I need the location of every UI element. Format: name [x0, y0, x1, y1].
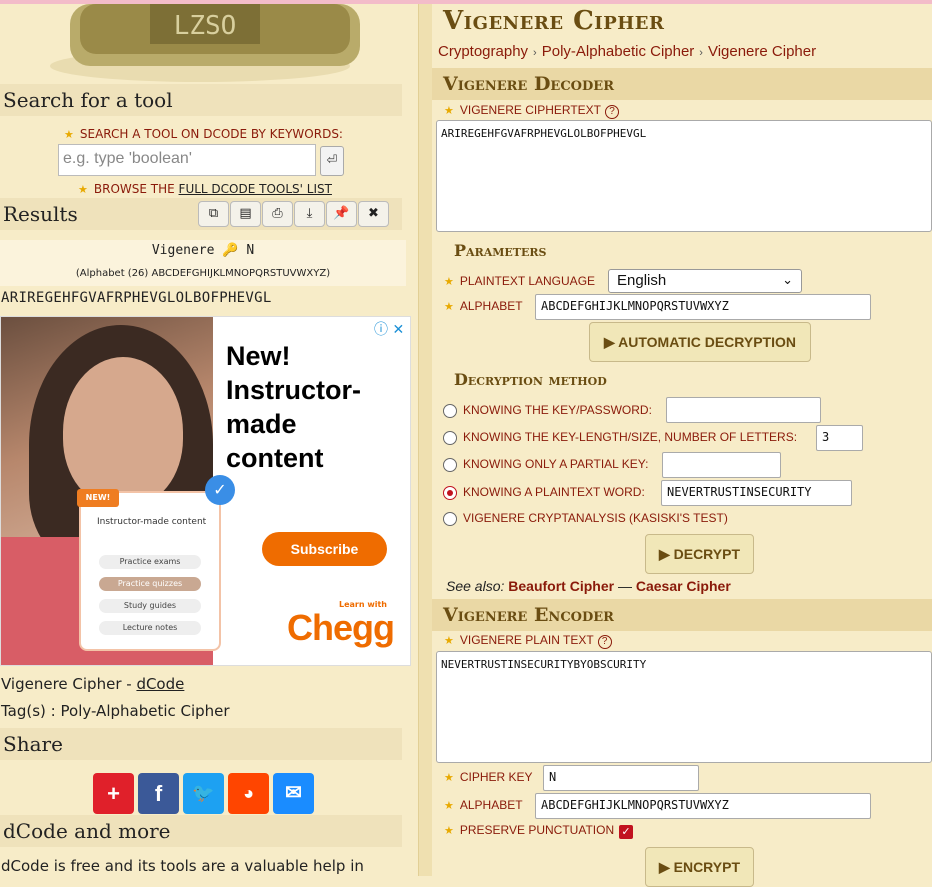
star-icon: ★: [444, 635, 454, 647]
help-icon[interactable]: ?: [597, 635, 612, 649]
punctuation-label: ★ PRESERVE PUNCTUATION: [444, 823, 615, 837]
main-content: Vigenere Cipher Cryptography › Poly-Alphab…: [432, 4, 932, 887]
result-alphabet: (Alphabet (26) ABCDEFGHIJKLMNOPQRSTUVWXY…: [75, 268, 331, 279]
star-icon: ★: [64, 128, 74, 141]
download-icon[interactable]: ⤓: [294, 201, 325, 227]
star-icon: ★: [444, 105, 454, 117]
column-splitter[interactable]: [418, 4, 432, 876]
method-keylength-label: KNOWING THE KEY-LENGTH/SIZE, NUMBER OF L…: [463, 430, 798, 444]
pin-icon[interactable]: 📌: [326, 201, 357, 227]
punctuation-checkbox[interactable]: ✓: [619, 825, 633, 839]
search-submit-button[interactable]: ⏎: [320, 146, 344, 176]
svg-text:LZSO: LZSO: [174, 11, 237, 41]
ciphertext-label: ★ VIGENERE CIPHERTEXT?: [444, 103, 620, 119]
breadcrumb-polyalphabetic[interactable]: Poly-Alphabetic Cipher: [542, 43, 695, 60]
method-key-label: KNOWING THE KEY/PASSWORD:: [463, 403, 652, 417]
beaufort-cipher-link[interactable]: Beaufort Cipher: [508, 578, 614, 594]
method-partialkey-input[interactable]: [662, 452, 781, 478]
twitter-icon[interactable]: 🐦: [183, 773, 224, 814]
star-icon: ★: [444, 301, 454, 313]
ad-card: Instructor-made content Practice exams P…: [79, 491, 221, 651]
method-key-radio[interactable]: [443, 404, 457, 418]
email-icon[interactable]: ✉: [273, 773, 314, 814]
result-output[interactable]: ARIREGEHFGVAFRPHEVGLOLBOFPHEVGL: [1, 290, 272, 306]
more-heading: dCode and more: [0, 815, 402, 847]
encoder-heading: Vigenere Encoder: [432, 599, 932, 631]
full-tools-list-link[interactable]: FULL DCODE TOOLS' LIST: [179, 182, 332, 196]
search-label: ★ SEARCH A TOOL ON DCODE BY KEYWORDS:: [64, 127, 343, 141]
cipher-key-label: ★ CIPHER KEY: [444, 770, 533, 784]
language-select[interactable]: English ⌄: [608, 269, 802, 293]
advertisement[interactable]: Instructor-made content Practice exams P…: [0, 316, 411, 666]
tags-line: Tag(s) : Poly-Alphabetic Cipher: [1, 702, 230, 720]
chevron-right-icon: ›: [533, 47, 537, 59]
decrypt-button[interactable]: ▶ DECRYPT: [645, 534, 754, 574]
reddit-icon[interactable]: ◕: [228, 773, 269, 814]
method-partialkey-label: KNOWING ONLY A PARTIAL KEY:: [463, 457, 649, 471]
ad-brand-logo: Chegg: [287, 607, 395, 648]
decryption-method-heading: Decryption method: [454, 370, 607, 389]
breadcrumb-cryptography[interactable]: Cryptography: [438, 43, 528, 60]
ad-subscribe-button[interactable]: Subscribe: [262, 532, 387, 566]
results-toolbar: ⧉ ▤ ⎙ ⤓ 📌 ✖: [198, 201, 389, 227]
alphabet-label: ★ ALPHABET: [444, 299, 523, 313]
method-kasiski-label: VIGENERE CRYPTANALYSIS (KASISKI'S TEST): [463, 511, 728, 525]
cipher-key-input[interactable]: N: [543, 765, 699, 791]
method-plaintextword-input[interactable]: NEVERTRUSTINSECURITY: [661, 480, 852, 506]
dcode-logo: LZSO: [50, 4, 360, 82]
plaintext-label: ★ VIGENERE PLAIN TEXT?: [444, 633, 612, 649]
breadcrumb-vigenere[interactable]: Vigenere Cipher: [708, 43, 816, 60]
share-heading: Share: [0, 728, 402, 760]
plaintext-textarea[interactable]: NEVERTRUSTINSECURITYBYOBSCURITY: [436, 651, 932, 763]
caesar-cipher-link[interactable]: Caesar Cipher: [636, 578, 731, 594]
breadcrumb: Cryptography › Poly-Alphabetic Cipher › Vige…: [438, 43, 816, 60]
search-input[interactable]: e.g. type 'boolean': [58, 144, 316, 176]
method-partialkey-radio[interactable]: [443, 458, 457, 472]
encoder-alphabet-input[interactable]: ABCDEFGHIJKLMNOPQRSTUVWXYZ: [535, 793, 871, 819]
search-heading: Search for a tool: [0, 84, 402, 116]
automatic-decryption-button[interactable]: ▶ AUTOMATIC DECRYPTION: [589, 322, 811, 362]
ad-info-close-icon[interactable]: ⓘ ✕: [374, 319, 404, 339]
star-icon: ★: [444, 276, 454, 288]
more-text: dCode is free and its tools are a valuab…: [1, 857, 364, 875]
star-icon: ★: [444, 825, 454, 837]
ciphertext-textarea[interactable]: ARIREGEHFGVAFRPHEVGLOLBOFPHEVGL: [436, 120, 932, 232]
browse-tools-line: ★ BROWSE THE FULL DCODE TOOLS' LIST: [78, 182, 332, 196]
language-label: ★ PLAINTEXT LANGUAGE: [444, 274, 596, 288]
ad-headline: New! Instructor- made content: [226, 341, 361, 473]
clipboard-icon[interactable]: ▤: [230, 201, 261, 227]
encrypt-button[interactable]: ▶ ENCRYPT: [645, 847, 754, 887]
star-icon: ★: [444, 800, 454, 812]
result-title: Vigenere 🔑 N: [151, 243, 255, 258]
ad-new-badge: NEW!: [77, 489, 119, 507]
method-plaintextword-radio[interactable]: [443, 486, 457, 500]
encoder-alphabet-label: ★ ALPHABET: [444, 798, 523, 812]
chevron-right-icon: ›: [699, 47, 703, 59]
method-kasiski-radio[interactable]: [443, 512, 457, 526]
chevron-down-icon: ⌄: [782, 272, 793, 287]
star-icon: ★: [78, 183, 88, 196]
copy-icon[interactable]: ⧉: [198, 201, 229, 227]
facebook-icon[interactable]: f: [138, 773, 179, 814]
parameters-heading: Parameters: [454, 241, 547, 260]
verified-check-icon: ✓: [205, 475, 235, 505]
method-keylength-input[interactable]: 3: [816, 425, 863, 451]
star-icon: ★: [444, 772, 454, 784]
page-reference: Vigenere Cipher - dCode: [1, 675, 185, 693]
decoder-heading: Vigenere Decoder: [432, 68, 932, 100]
help-icon[interactable]: ?: [605, 105, 620, 119]
method-keylength-radio[interactable]: [443, 431, 457, 445]
method-key-input[interactable]: [666, 397, 821, 423]
left-sidebar: LZSO Search for a tool ★ SEARCH A TOOL ON…: [0, 4, 418, 876]
key-icon: 🔑: [222, 243, 239, 258]
plus-share-icon[interactable]: +: [93, 773, 134, 814]
dcode-link[interactable]: dCode: [136, 675, 184, 693]
print-icon[interactable]: ⎙: [262, 201, 293, 227]
see-also: See also: Beaufort Cipher — Caesar Ciphe…: [446, 578, 731, 594]
decoder-alphabet-input[interactable]: ABCDEFGHIJKLMNOPQRSTUVWXYZ: [535, 294, 871, 320]
close-icon[interactable]: ✖: [358, 201, 389, 227]
page-title: Vigenere Cipher: [443, 6, 665, 36]
share-buttons: + f 🐦 ◕ ✉: [93, 773, 314, 814]
method-plaintextword-label: KNOWING A PLAINTEXT WORD:: [463, 485, 645, 499]
